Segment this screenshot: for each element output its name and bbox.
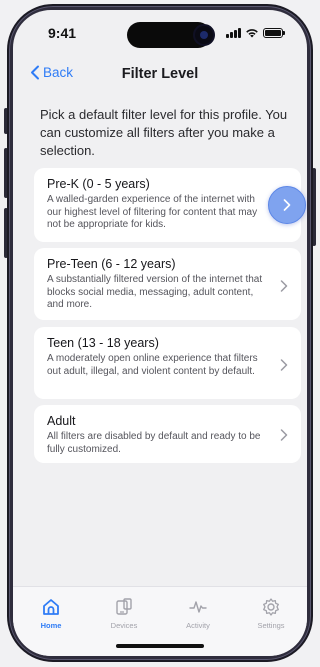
tab-label: Settings xyxy=(257,621,285,630)
camera-dot xyxy=(193,24,215,46)
page-title: Filter Level xyxy=(121,66,199,82)
filter-level-title: Teen (13 - 18 years) xyxy=(47,336,159,350)
home-indicator xyxy=(116,644,204,648)
status-bar: 9:41 xyxy=(13,10,307,54)
cellular-signal-icon xyxy=(226,28,241,38)
tab-label: Home xyxy=(40,621,62,630)
filter-level-description: All filters are disabled by default and … xyxy=(47,431,261,455)
chevron-right-icon xyxy=(280,359,288,371)
page: 9:41 Back Filter Level Pick a default fi… xyxy=(0,0,320,667)
filter-level-description: A substantially filtered version of the … xyxy=(47,274,263,310)
filter-level-description: A moderately open online experience that… xyxy=(47,353,258,377)
filter-level-card-adult[interactable]: Adult All filters are disabled by defaul… xyxy=(34,405,301,463)
home-icon xyxy=(43,599,59,615)
chevron-right-icon xyxy=(280,429,288,441)
phone-screen: 9:41 Back Filter Level Pick a default fi… xyxy=(13,10,307,656)
highlighted-chevron-button[interactable] xyxy=(268,186,306,224)
tab-activity[interactable]: Activity xyxy=(170,597,226,630)
tab-home[interactable]: Home xyxy=(23,597,79,630)
filter-level-title: Pre-Teen (6 - 12 years) xyxy=(47,257,176,271)
wifi-icon xyxy=(246,29,258,38)
battery-icon xyxy=(263,28,285,38)
chevron-right-icon xyxy=(283,199,291,211)
filter-level-card-pre-k[interactable]: Pre-K (0 - 5 years) A walled-garden expe… xyxy=(34,168,301,242)
activity-icon xyxy=(189,601,207,613)
filter-level-card-teen[interactable]: Teen (13 - 18 years) A moderately open o… xyxy=(34,327,301,399)
filter-level-title: Pre-K (0 - 5 years) xyxy=(47,177,150,191)
tab-settings[interactable]: Settings xyxy=(243,597,299,630)
filter-level-title: Adult xyxy=(47,414,76,428)
tab-devices[interactable]: Devices xyxy=(96,597,152,630)
tab-bar: Home Devices Activity Settings xyxy=(13,586,307,656)
chevron-right-icon xyxy=(280,280,288,292)
filter-level-card-pre-teen[interactable]: Pre-Teen (6 - 12 years) A substantially … xyxy=(34,248,301,320)
tab-label: Activity xyxy=(186,621,210,630)
devices-icon xyxy=(116,598,132,615)
settings-icon xyxy=(263,598,279,616)
status-time: 9:41 xyxy=(48,25,77,41)
intro-text: Pick a default filter level for this pro… xyxy=(40,107,288,158)
status-icons xyxy=(226,28,285,38)
tab-label: Devices xyxy=(110,621,138,630)
navigation-bar: Back Filter Level xyxy=(13,58,307,90)
filter-level-description: A walled-garden experience of the intern… xyxy=(47,194,258,230)
